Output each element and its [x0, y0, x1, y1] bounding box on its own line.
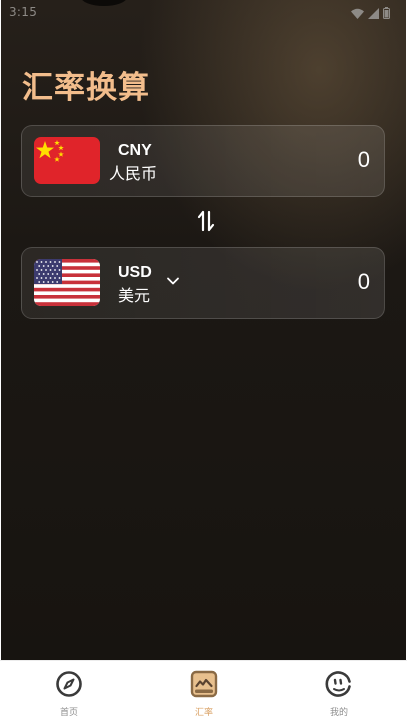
from-currency-card[interactable]: CNY 人民币 0: [21, 125, 385, 197]
battery-icon: [383, 7, 390, 19]
exchange-rate-icon: [190, 670, 218, 698]
wifi-icon: [351, 8, 364, 19]
status-bar: 3:15: [1, 0, 406, 26]
tab-exchange-rate[interactable]: 汇率: [174, 667, 234, 718]
to-amount-value: 0: [357, 269, 370, 294]
to-currency-name: 美元: [118, 286, 151, 305]
status-icons: [351, 6, 390, 20]
to-currency-code: USD: [118, 264, 152, 281]
swap-arrows-icon: [197, 210, 215, 232]
from-currency-code: CNY: [118, 142, 152, 159]
tab-exchange-rate-label: 汇率: [194, 708, 213, 718]
from-currency-name: 人民币: [109, 164, 158, 183]
tab-profile-label: 我的: [329, 708, 348, 718]
swap-currencies-button[interactable]: [196, 210, 216, 232]
compass-icon: [56, 671, 82, 697]
camera-notch: [81, 0, 127, 6]
tab-home-label: 首页: [59, 708, 78, 718]
tab-home[interactable]: 首页: [39, 667, 99, 718]
status-time: 3:15: [9, 5, 38, 19]
from-amount-input[interactable]: 0: [358, 147, 370, 173]
chevron-down-icon[interactable]: [166, 276, 180, 286]
signal-icon: [368, 7, 379, 19]
app-screen: 3:15 汇率换算 CNY 人民币 0 USD 美元 0: [1, 0, 406, 660]
page-title: 汇率换算: [22, 70, 150, 106]
china-flag-icon: [34, 137, 100, 184]
bottom-tab-bar: 首页 汇率 我的: [0, 660, 407, 720]
to-currency-card[interactable]: USD 美元 0: [21, 247, 385, 319]
usa-flag-icon: [34, 259, 100, 306]
tab-profile[interactable]: 我的: [309, 667, 369, 718]
profile-face-icon: [325, 671, 351, 697]
